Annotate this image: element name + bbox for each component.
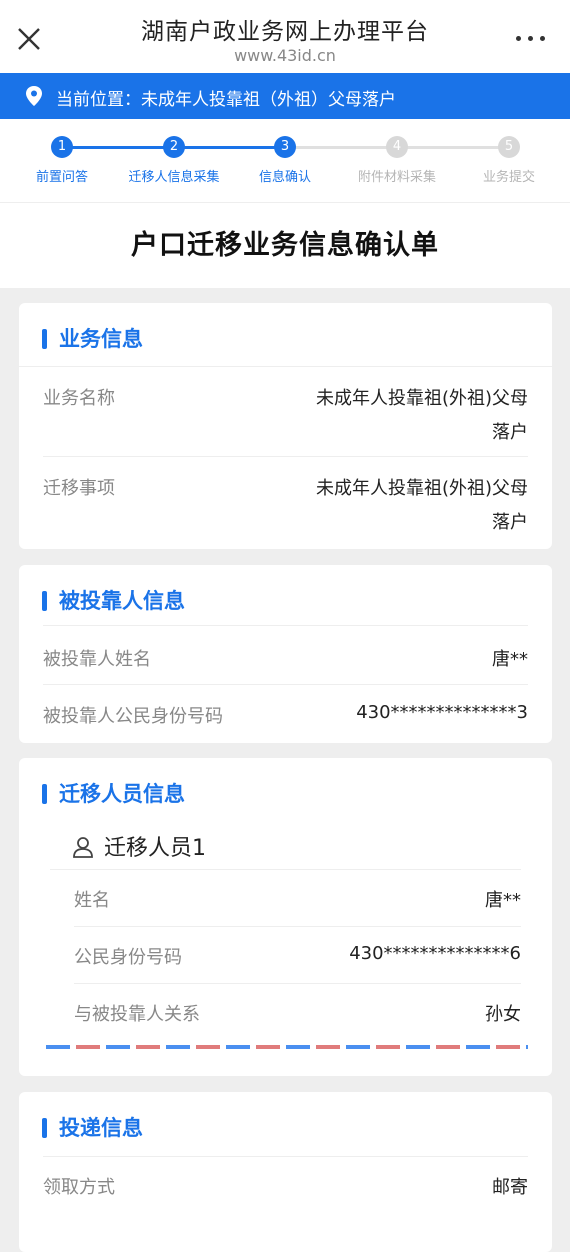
progress-steps: 1 前置问答 2 迁移人信息采集 3 信息确认 4 附件材料采集 5 业务提交	[0, 119, 570, 203]
row-value: 430**************6	[349, 943, 521, 964]
migrant-info-card: 迁移人员信息 迁移人员1 姓名 唐** 公民身份号码 430**********…	[19, 758, 552, 1076]
business-info-card: 业务信息 业务名称 未成年人投靠祖(外祖)父母 落户 迁移事项 未成年人投靠祖(…	[19, 303, 552, 549]
person-label: 迁移人员1	[104, 836, 206, 861]
section-accent-bar	[42, 784, 47, 804]
step-4-number: 4	[386, 136, 408, 158]
row-key: 业务名称	[43, 388, 115, 409]
app-title: 湖南户政业务网上办理平台	[141, 19, 429, 45]
page-url: www.43id.cn	[234, 46, 336, 65]
info-row: 迁移事项 未成年人投靠祖(外祖)父母 落户	[43, 457, 528, 547]
info-row: 被投靠人公民身份号码 430**************3	[43, 685, 528, 742]
business-info-header: 业务信息	[19, 303, 552, 367]
row-value-line2: 落户	[492, 512, 528, 533]
step-2-number: 2	[163, 136, 185, 158]
person-row: 与被投靠人关系 孙女	[74, 984, 521, 1041]
delivery-info-card: 投递信息 领取方式 邮寄	[19, 1092, 552, 1252]
row-key: 被投靠人公民身份号码	[43, 706, 223, 727]
relied-person-header: 被投靠人信息	[19, 565, 552, 625]
step-5-number: 5	[498, 136, 520, 158]
row-value-line1: 未成年人投靠祖(外祖)父母	[315, 478, 528, 499]
row-value-line1: 未成年人投靠祖(外祖)父母	[315, 388, 528, 409]
step-3-number: 3	[274, 136, 296, 158]
row-key: 领取方式	[43, 1177, 115, 1198]
relied-person-card: 被投靠人信息 被投靠人姓名 唐** 被投靠人公民身份号码 430********…	[19, 565, 552, 743]
row-key: 迁移事项	[43, 478, 115, 499]
step-5: 5 业务提交	[454, 136, 564, 185]
person-header: 迁移人员1	[50, 822, 521, 870]
step-4-label: 附件材料采集	[357, 170, 436, 185]
section-accent-bar	[42, 1118, 47, 1138]
row-value-line2: 落户	[492, 422, 528, 443]
person-icon	[73, 837, 93, 858]
form-title: 户口迁移业务信息确认单	[0, 203, 570, 288]
row-value: 孙女	[485, 1004, 521, 1025]
row-value: 邮寄	[492, 1177, 528, 1198]
row-key: 被投靠人姓名	[43, 649, 151, 670]
step-3: 3 信息确认	[230, 136, 340, 185]
info-row: 业务名称 未成年人投靠祖(外祖)父母 落户	[43, 367, 528, 457]
app-header: 湖南户政业务网上办理平台 www.43id.cn	[0, 0, 570, 73]
step-3-label: 信息确认	[258, 170, 311, 185]
section-title: 迁移人员信息	[59, 782, 185, 806]
row-key: 公民身份号码	[74, 947, 182, 968]
pin-icon	[26, 86, 42, 106]
section-title: 被投靠人信息	[59, 589, 185, 613]
info-row: 被投靠人姓名 唐**	[43, 625, 528, 685]
step-1-label: 前置问答	[35, 170, 88, 185]
envelope-border	[46, 1045, 528, 1049]
step-2-label: 迁移人信息采集	[128, 170, 220, 185]
info-row: 领取方式 邮寄	[43, 1156, 528, 1213]
section-accent-bar	[42, 591, 47, 611]
person-row: 公民身份号码 430**************6	[74, 927, 521, 984]
row-key: 姓名	[74, 890, 110, 911]
step-1-number: 1	[51, 136, 73, 158]
row-value: 430**************3	[356, 702, 528, 723]
delivery-info-header: 投递信息	[19, 1092, 552, 1156]
location-text: 当前位置：未成年人投靠祖（外祖）父母落户	[56, 90, 396, 110]
row-value: 唐**	[492, 649, 528, 670]
section-title: 投递信息	[59, 1116, 143, 1140]
more-icon[interactable]	[516, 36, 546, 44]
step-2: 2 迁移人信息采集	[119, 136, 229, 185]
location-bar: 当前位置：未成年人投靠祖（外祖）父母落户	[0, 73, 570, 119]
section-accent-bar	[42, 329, 47, 349]
migrant-info-header: 迁移人员信息	[19, 758, 552, 822]
step-5-label: 业务提交	[482, 170, 535, 185]
section-title: 业务信息	[59, 327, 143, 351]
step-1: 1 前置问答	[7, 136, 117, 185]
row-key: 与被投靠人关系	[74, 1004, 200, 1025]
person-row: 姓名 唐**	[74, 870, 521, 927]
step-4: 4 附件材料采集	[342, 136, 452, 185]
row-value: 唐**	[485, 890, 521, 911]
